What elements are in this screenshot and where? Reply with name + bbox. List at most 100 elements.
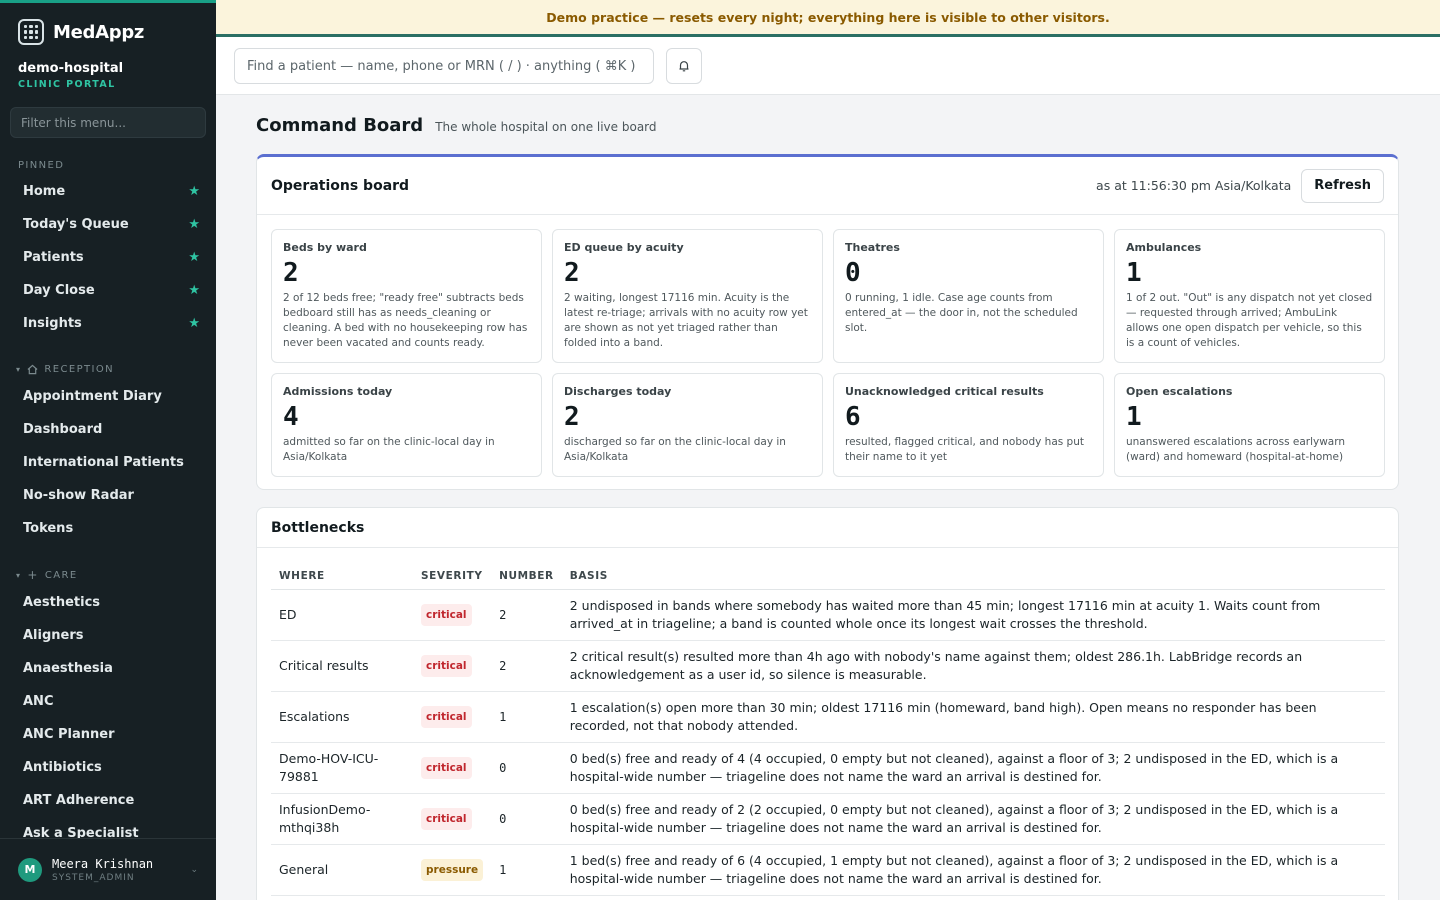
brand-name: MedAppz	[53, 21, 145, 43]
col-where: WHERE	[271, 564, 413, 590]
care-list: Aesthetics Aligners Anaesthesia ANC ANC …	[0, 586, 216, 850]
metric-tiles: Beds by ward 2 2 of 12 beds free; "ready…	[271, 229, 1385, 477]
user-info: Meera Krishnan SYSTEM_ADMIN	[52, 857, 153, 883]
page-title: Command Board	[256, 115, 424, 136]
tile-admissions-today[interactable]: Admissions today 4 admitted so far on th…	[271, 373, 542, 477]
cell-where: Demo-HOV-ICU-79881	[271, 742, 413, 794]
cell-where: ED	[271, 589, 413, 641]
tile-open-escalations[interactable]: Open escalations 1 unanswered escalation…	[1114, 373, 1385, 477]
reception-list: Appointment Diary Dashboard Internationa…	[0, 380, 216, 545]
sidebar-item-anaesthesia[interactable]: Anaesthesia	[0, 652, 216, 685]
chevron-down-icon: ▾	[16, 364, 22, 374]
cell-where: InfusionDemo-mthqi38h	[271, 793, 413, 845]
page-subtitle: The whole hospital on one live board	[435, 120, 657, 134]
star-icon[interactable]: ★	[188, 250, 200, 265]
sidebar: MedAppz demo-hospital CLINIC PORTAL Filt…	[0, 0, 216, 900]
sidebar-item-appointment-diary[interactable]: Appointment Diary	[0, 380, 216, 413]
brand[interactable]: MedAppz	[0, 3, 216, 46]
chevron-down-icon: ▾	[16, 570, 22, 580]
cell-basis: 1 bed(s) free and ready of 6 (4 occupied…	[561, 844, 1385, 896]
tile-theatres[interactable]: Theatres 0 0 running, 1 idle. Case age c…	[833, 229, 1104, 363]
cell-where: Critical results	[271, 640, 413, 692]
severity-badge: critical	[421, 705, 472, 728]
star-icon[interactable]: ★	[188, 283, 200, 298]
cell-number: 1	[491, 844, 562, 896]
table-row[interactable]: Demo-HOV-ICU-79881 critical 0 0 bed(s) f…	[271, 742, 1385, 794]
cell-number: 1	[491, 691, 562, 743]
cell-number: 2	[491, 640, 562, 692]
sidebar-item-tokens[interactable]: Tokens	[0, 512, 216, 545]
table-row[interactable]: General pressure 1 1 bed(s) free and rea…	[271, 844, 1385, 896]
avatar: M	[18, 857, 42, 882]
cell-number: 0	[491, 793, 562, 845]
care-group-toggle[interactable]: ▾ + CARE	[0, 568, 216, 582]
tile-ambulances[interactable]: Ambulances 1 1 of 2 out. "Out" is any di…	[1114, 229, 1385, 363]
star-icon[interactable]: ★	[188, 184, 200, 199]
table-row[interactable]: ED critical 2 2 undisposed in bands wher…	[271, 589, 1385, 641]
menu-filter-input[interactable]: Filter this menu...	[10, 107, 206, 138]
operations-header: Operations board as at 11:56:30 pm Asia/…	[257, 157, 1398, 215]
refresh-button[interactable]: Refresh	[1301, 168, 1384, 203]
sidebar-item-patients[interactable]: Patients ★	[0, 241, 216, 274]
cell-where: General	[271, 844, 413, 896]
sidebar-item-antibiotics[interactable]: Antibiotics	[0, 751, 216, 784]
sidebar-item-aligners[interactable]: Aligners	[0, 619, 216, 652]
sidebar-item-dashboard[interactable]: Dashboard	[0, 413, 216, 446]
plus-icon: +	[27, 568, 39, 582]
topbar: Find a patient — name, phone or MRN ( / …	[216, 37, 1440, 95]
patient-search-input[interactable]: Find a patient — name, phone or MRN ( / …	[234, 48, 654, 84]
star-icon[interactable]: ★	[188, 217, 200, 232]
cell-number: 0	[491, 742, 562, 794]
col-basis: BASIS	[561, 564, 1385, 590]
sidebar-item-insights[interactable]: Insights ★	[0, 307, 216, 340]
cell-basis: 1 escalation(s) open more than 30 min; o…	[561, 691, 1385, 743]
sidebar-item-anc-planner[interactable]: ANC Planner	[0, 718, 216, 751]
sidebar-item-anc[interactable]: ANC	[0, 685, 216, 718]
tile-beds-by-ward[interactable]: Beds by ward 2 2 of 12 beds free; "ready…	[271, 229, 542, 363]
sidebar-item-international-patients[interactable]: International Patients	[0, 446, 216, 479]
cell-number: 2	[491, 589, 562, 641]
as-at-timestamp: as at 11:56:30 pm Asia/Kolkata	[1096, 178, 1292, 193]
reception-group-toggle[interactable]: ▾ RECEPTION	[0, 362, 216, 376]
sidebar-item-no-show-radar[interactable]: No-show Radar	[0, 479, 216, 512]
tile-discharges-today[interactable]: Discharges today 2 discharged so far on …	[552, 373, 823, 477]
sidebar-item-home[interactable]: Home ★	[0, 175, 216, 208]
sidebar-item-aesthetics[interactable]: Aesthetics	[0, 586, 216, 619]
severity-badge: critical	[421, 603, 472, 626]
severity-badge: pressure	[421, 858, 484, 881]
user-role: SYSTEM_ADMIN	[52, 872, 135, 883]
cell-basis: 0 bed(s) free and ready of 4 (4 occupied…	[561, 742, 1385, 794]
cell-basis: 2 undisposed in bands where somebody has…	[561, 589, 1385, 641]
severity-badge: critical	[421, 807, 472, 830]
pinned-list: Home ★ Today's Queue ★ Patients ★ Day Close…	[0, 175, 216, 340]
pinned-group-label: PINNED	[18, 159, 65, 171]
bottlenecks-header: Bottlenecks	[257, 508, 1398, 548]
sidebar-item-day-close[interactable]: Day Close ★	[0, 274, 216, 307]
sidebar-item-art-adherence[interactable]: ART Adherence	[0, 784, 216, 817]
portal-label: CLINIC PORTAL	[18, 79, 116, 90]
bottlenecks-title: Bottlenecks	[271, 519, 365, 536]
tile-critical-results[interactable]: Unacknowledged critical results 6 result…	[833, 373, 1104, 477]
page-header: Command Board The whole hospital on one …	[256, 115, 657, 136]
org-name: demo-hospital	[18, 61, 124, 76]
bottlenecks-panel: Bottlenecks WHERE SEVERITY NUMBER BASIS …	[256, 507, 1399, 900]
sidebar-item-todays-queue[interactable]: Today's Queue ★	[0, 208, 216, 241]
cell-where: Escalations	[271, 691, 413, 743]
operations-title: Operations board	[271, 177, 410, 194]
demo-banner: Demo practice — resets every night; ever…	[216, 0, 1440, 37]
user-name: Meera Krishnan	[52, 856, 154, 871]
home-icon	[27, 364, 38, 374]
col-severity: SEVERITY	[413, 564, 492, 590]
bell-icon	[679, 61, 689, 72]
table-row[interactable]: Escalations critical 1 1 escalation(s) o…	[271, 691, 1385, 743]
operations-board: Operations board as at 11:56:30 pm Asia/…	[256, 154, 1399, 490]
table-row[interactable]: Critical results critical 2 2 critical r…	[271, 640, 1385, 692]
star-icon[interactable]: ★	[188, 316, 200, 331]
user-menu[interactable]: M Meera Krishnan SYSTEM_ADMIN ⌄	[0, 838, 216, 900]
bottlenecks-table: WHERE SEVERITY NUMBER BASIS ED critical …	[271, 564, 1385, 896]
table-row[interactable]: InfusionDemo-mthqi38h critical 0 0 bed(s…	[271, 793, 1385, 845]
notifications-button[interactable]	[666, 48, 702, 84]
severity-badge: critical	[421, 756, 472, 779]
tile-ed-queue[interactable]: ED queue by acuity 2 2 waiting, longest …	[552, 229, 823, 363]
org-info: demo-hospital CLINIC PORTAL	[0, 46, 216, 90]
